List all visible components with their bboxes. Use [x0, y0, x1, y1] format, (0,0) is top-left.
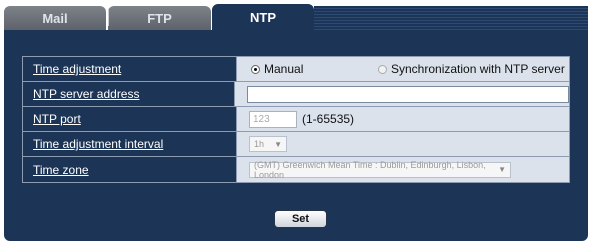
time-zone-selected: (GMT) Greenwich Mean Time : Dublin, Edin… [254, 159, 486, 180]
radio-ntp-sync[interactable]: Synchronization with NTP server [378, 62, 565, 76]
time-adjustment-interval-value: 1h ▼ [237, 132, 569, 156]
tab-mail[interactable]: Mail [4, 6, 106, 30]
time-adjustment-value: Manual Synchronization with NTP server [237, 57, 569, 81]
tab-ftp-label: FTP [147, 10, 172, 26]
time-adjustment-interval-label[interactable]: Time adjustment interval [23, 132, 237, 156]
radio-manual-indicator[interactable] [251, 64, 260, 74]
radio-manual-label: Manual [264, 62, 304, 76]
radio-ntp-sync-label: Synchronization with NTP server [391, 62, 565, 76]
tab-mail-label: Mail [42, 10, 68, 26]
tab-separator [108, 10, 109, 26]
ntp-server-address-label[interactable]: NTP server address [23, 82, 235, 106]
time-zone-value: (GMT) Greenwich Mean Time : Dublin, Edin… [237, 157, 569, 182]
row-time-zone: Time zone (GMT) Greenwich Mean Time : Du… [23, 157, 569, 182]
set-button[interactable]: Set [274, 210, 327, 228]
ntp-port-range-hint: (1-65535) [302, 112, 355, 126]
row-ntp-server-address: NTP server address [23, 82, 569, 107]
ntp-port-input[interactable]: 123 [249, 110, 297, 128]
row-time-adjustment: Time adjustment Manual Synchronization w… [23, 57, 569, 82]
chevron-down-icon: ▼ [498, 165, 506, 174]
time-zone-select[interactable]: (GMT) Greenwich Mean Time : Dublin, Edin… [249, 159, 511, 180]
tab-strip-decoration [314, 6, 588, 30]
tab-ntp-label: NTP [250, 10, 276, 25]
tab-ntp[interactable]: NTP [212, 4, 314, 32]
time-adjustment-interval-selected: 1h [254, 139, 265, 149]
row-ntp-port: NTP port 123 (1-65535) [23, 107, 569, 132]
ntp-server-address-input[interactable] [247, 85, 569, 103]
ntp-port-value: 123 (1-65535) [237, 107, 569, 131]
tab-ftp[interactable]: FTP [108, 6, 211, 30]
ntp-server-address-value [235, 82, 569, 106]
time-zone-label[interactable]: Time zone [23, 157, 237, 182]
radio-manual[interactable]: Manual [251, 62, 303, 76]
tab-strip: Mail FTP NTP [0, 0, 589, 32]
radio-ntp-sync-indicator[interactable] [378, 64, 387, 74]
ntp-settings-table: Time adjustment Manual Synchronization w… [22, 56, 570, 183]
ntp-port-label[interactable]: NTP port [23, 107, 237, 131]
row-time-adjustment-interval: Time adjustment interval 1h ▼ [23, 132, 569, 157]
time-adjustment-label[interactable]: Time adjustment [23, 57, 237, 81]
chevron-down-icon: ▼ [274, 139, 282, 149]
time-adjustment-interval-select[interactable]: 1h ▼ [249, 136, 287, 152]
